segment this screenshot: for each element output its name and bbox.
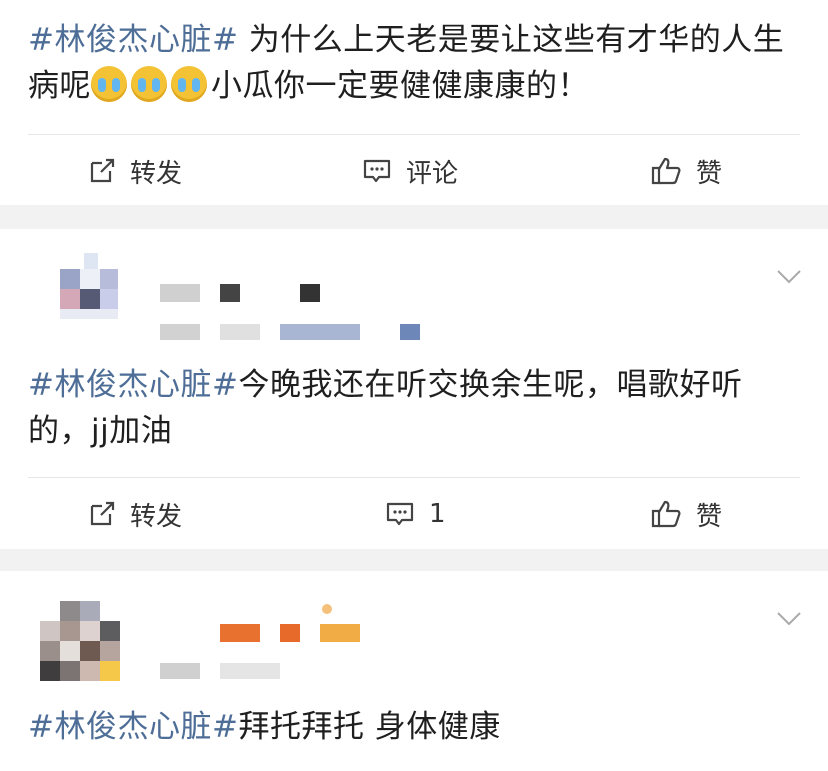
divider (28, 134, 800, 135)
comment-button[interactable]: 1 (385, 479, 446, 549)
thumbs-up-icon (651, 157, 681, 185)
post-card-1: #林俊杰心脏# 为什么上天老是要让这些有才华的人生病呢 小瓜你一定要健健康康的！ … (0, 0, 828, 205)
post-text: #林俊杰心脏#今晚我还在听交换余生呢，唱歌好听的，jj加油 (28, 362, 800, 454)
comment-label: 评论 (406, 158, 459, 189)
repost-icon (90, 501, 115, 526)
post-card-2: #林俊杰心脏#今晚我还在听交换余生呢，唱歌好听的，jj加油 转发 1 赞 (0, 229, 828, 549)
repost-button[interactable]: 转发 (88, 479, 182, 549)
repost-button[interactable]: 转发 (88, 136, 182, 206)
repost-label: 转发 (130, 501, 183, 532)
comment-icon (386, 502, 414, 526)
topic-link[interactable]: #林俊杰心脏# (28, 367, 238, 403)
comment-count: 1 (429, 499, 446, 529)
repost-label: 转发 (130, 158, 183, 189)
like-button[interactable]: 赞 (650, 136, 722, 206)
topic-link[interactable]: #林俊杰心脏# (28, 709, 238, 745)
action-bar: 转发 1 赞 (0, 479, 828, 549)
topic-link[interactable]: #林俊杰心脏# (28, 22, 238, 58)
crying-emoji-icon (91, 66, 127, 102)
post-text: #林俊杰心脏# 为什么上天老是要让这些有才华的人生病呢 小瓜你一定要健健康康的！ (28, 17, 800, 109)
post-text: #林俊杰心脏#拜托拜托 身体健康 (28, 704, 800, 750)
crying-emoji-icon (171, 66, 207, 102)
like-button[interactable]: 赞 (650, 479, 722, 549)
feed-separator (0, 205, 828, 229)
crying-emoji-icon (131, 66, 167, 102)
comment-button[interactable]: 评论 (362, 136, 458, 206)
divider (28, 477, 800, 478)
thumbs-up-icon (651, 500, 681, 528)
comment-icon (363, 159, 391, 183)
chevron-down-icon[interactable] (776, 269, 802, 285)
chevron-down-icon[interactable] (776, 611, 802, 627)
avatar[interactable] (40, 601, 120, 681)
post-body-continued: 小瓜你一定要健健康康的！ (211, 68, 589, 104)
avatar[interactable] (40, 253, 120, 339)
like-label: 赞 (696, 158, 723, 189)
post-body: 拜托拜托 身体健康 (238, 709, 501, 745)
post-card-3: #林俊杰心脏#拜托拜托 身体健康 (0, 571, 828, 771)
like-label: 赞 (696, 501, 723, 532)
repost-icon (90, 158, 115, 183)
feed-separator (0, 549, 828, 571)
action-bar: 转发 评论 赞 (0, 136, 828, 206)
